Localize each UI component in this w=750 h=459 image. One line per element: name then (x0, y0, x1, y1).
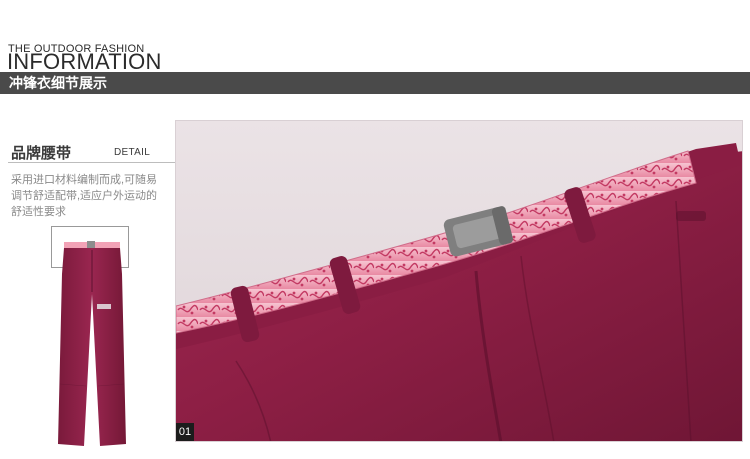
thumbnail-logo (97, 304, 111, 309)
section-title-bar: 冲锋衣细节展示 (0, 72, 750, 94)
section-title: 冲锋衣细节展示 (9, 75, 107, 91)
photo-number-badge: 01 (176, 423, 194, 441)
detail-panel: 品牌腰带 DETAIL 采用进口材料编制而成,可随易调节舒适配带,适应户外运动的… (0, 94, 175, 459)
belt-photo-illustration (176, 121, 742, 441)
belt-detail-photo: 01 (175, 120, 743, 442)
detail-heading-en: DETAIL (114, 147, 151, 158)
detail-divider (8, 162, 175, 163)
brand-heading: INFORMATION (7, 49, 162, 74)
detail-description: 采用进口材料编制而成,可随易调节舒适配带,适应户外运动的舒适性要求 (11, 174, 158, 218)
pants-thumbnail (58, 241, 126, 446)
detail-heading: 品牌腰带 (11, 145, 72, 162)
thumbnail-buckle (87, 241, 95, 249)
